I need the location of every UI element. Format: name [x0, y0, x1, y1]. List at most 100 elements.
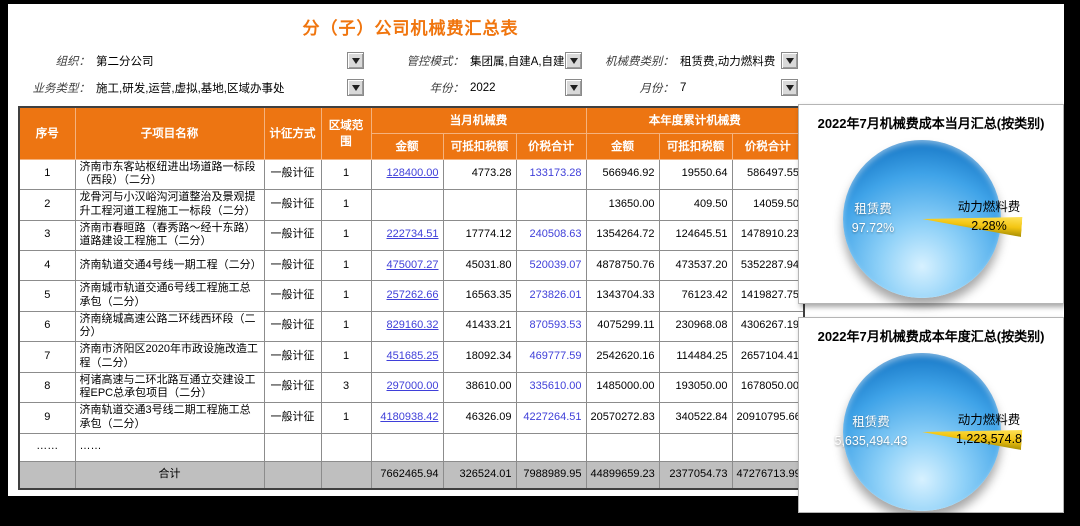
cell-month-total: 4227264.51: [516, 403, 586, 434]
cell-method: [264, 433, 321, 461]
filter-month-dropdown-button[interactable]: [781, 79, 798, 96]
filter-control-mode-dropdown-button[interactable]: [565, 52, 582, 69]
cell-year-amount: 20570272.83: [586, 403, 659, 434]
filter-business-type-label: 业务类型：: [18, 80, 96, 96]
cell-project: 济南城市轨道交通6号线工程施工总承包（二分）: [75, 281, 264, 312]
cell-year-tax: 409.50: [659, 190, 732, 221]
month-amount-link[interactable]: 4180938.42: [380, 411, 438, 423]
table-row: 5济南城市轨道交通6号线工程施工总承包（二分）一般计征1257262.66165…: [19, 281, 804, 312]
chevron-down-icon: [352, 85, 360, 91]
month-amount-link[interactable]: 257262.66: [387, 289, 439, 301]
summary-table-container: 序号 子项目名称 计征方式 区域范围 当月机械费 本年度累计机械费 金额 可抵扣…: [18, 106, 805, 490]
filter-business-type-value: 施工,研发,运营,虚拟,基地,区域办事处: [96, 80, 347, 96]
pie-label-fuel-name: 动力燃料费: [929, 411, 1049, 430]
chart-card-year: 2022年7月机械费成本年度汇总(按类别) 租赁费 5,635,494.43 动…: [798, 317, 1064, 513]
cell-month-amount: [371, 190, 443, 221]
cell-region: 1: [321, 159, 371, 190]
cell-region: 1: [321, 403, 371, 434]
report-page: 分（子）公司机械费汇总表 组织： 第二分公司 管控模式： 集团属,自建A,自建B…: [8, 4, 1064, 496]
table-row: 7济南市济阳区2020年市政设施改造工程（二分）一般计征1451685.2518…: [19, 342, 804, 373]
cell-region: [321, 433, 371, 461]
cell-year-amount: 4878750.76: [586, 251, 659, 281]
cell-project: ……: [75, 433, 264, 461]
filter-year-value: 2022: [470, 82, 565, 94]
cell-month-tax: 4773.28: [443, 159, 516, 190]
cell-year-tax: 473537.20: [659, 251, 732, 281]
cell-month-amount: 829160.32: [371, 311, 443, 342]
cell-year-total: 14059.50: [732, 190, 804, 221]
cell-seq: 7: [19, 342, 75, 373]
header-method: 计征方式: [264, 107, 321, 159]
chevron-down-icon: [570, 58, 578, 64]
cell-method: 一般计征: [264, 342, 321, 373]
cell-month-total: 335610.00: [516, 372, 586, 403]
pie-label-fuel-value: 1,223,574.8: [929, 430, 1049, 449]
cell-year-tax: 19550.64: [659, 159, 732, 190]
filter-fee-type-dropdown-button[interactable]: [781, 52, 798, 69]
table-header: 序号 子项目名称 计征方式 区域范围 当月机械费 本年度累计机械费 金额 可抵扣…: [19, 107, 804, 159]
pie-label-fuel-value: 2.28%: [929, 217, 1049, 236]
month-amount-link[interactable]: 222734.51: [387, 228, 439, 240]
cell-month-tax: 45031.80: [443, 251, 516, 281]
header-month-total: 价税合计: [516, 133, 586, 159]
cell-method: 一般计征: [264, 403, 321, 434]
cell-year-amount: 1485000.00: [586, 372, 659, 403]
filter-fee-type: 机械费类别： 租赁费,动力燃料费: [588, 51, 804, 71]
cell-year-tax: 76123.42: [659, 281, 732, 312]
filter-org-value: 第二分公司: [96, 53, 347, 69]
cell-year-total: 586497.55: [732, 159, 804, 190]
cell-year-tax: [659, 433, 732, 461]
filter-year-dropdown-button[interactable]: [565, 79, 582, 96]
pie-label-rental-value: 5,635,494.43: [801, 432, 941, 451]
table-row: 2龙骨河与小汉峪沟河道整治及景观提升工程河道工程施工一标段（二分）一般计征113…: [19, 190, 804, 221]
cell-year-total: [732, 433, 804, 461]
cell-seq: 9: [19, 403, 75, 434]
header-year-group: 本年度累计机械费: [586, 107, 804, 133]
cell-region: 3: [321, 372, 371, 403]
cell-month-total: 240508.63: [516, 220, 586, 251]
header-month-amount: 金额: [371, 133, 443, 159]
month-amount-link[interactable]: 829160.32: [387, 319, 439, 331]
cell-month-tax: 18092.34: [443, 342, 516, 373]
filter-business-type: 业务类型： 施工,研发,运营,虚拟,基地,区域办事处: [18, 78, 370, 98]
cell-month-amount: 451685.25: [371, 342, 443, 373]
total-year-total: 47276713.99: [732, 461, 804, 489]
filter-org-dropdown-button[interactable]: [347, 52, 364, 69]
pie-label-fuel: 动力燃料费 1,223,574.8: [929, 411, 1049, 449]
cell-region: 1: [321, 342, 371, 373]
cell-month-amount: 222734.51: [371, 220, 443, 251]
cell-project: 济南绕城高速公路二环线西环段（二分）: [75, 311, 264, 342]
filter-business-type-dropdown-button[interactable]: [347, 79, 364, 96]
month-amount-link[interactable]: 451685.25: [387, 350, 439, 362]
filter-year: 年份： 2022: [370, 78, 588, 98]
cell-year-amount: 13650.00: [586, 190, 659, 221]
pie-chart-month[interactable]: 租赁费 97.72% 动力燃料费 2.28%: [799, 132, 1063, 300]
cell-month-total: 870593.53: [516, 311, 586, 342]
chevron-down-icon: [352, 58, 360, 64]
cell-year-total: 4306267.19: [732, 311, 804, 342]
cell-month-amount: 4180938.42: [371, 403, 443, 434]
pie-chart-year[interactable]: 租赁费 5,635,494.43 动力燃料费 1,223,574.8: [799, 345, 1063, 513]
cell-region: 1: [321, 251, 371, 281]
charts-panel: 2022年7月机械费成本当月汇总(按类别) 租赁费 97.72% 动力燃料费 2…: [798, 104, 1064, 526]
cell-year-amount: 2542620.16: [586, 342, 659, 373]
month-amount-link[interactable]: 128400.00: [387, 167, 439, 179]
pie-label-rental: 租赁费 97.72%: [813, 200, 933, 238]
cell-region: 1: [321, 311, 371, 342]
cell-year-amount: 1354264.72: [586, 220, 659, 251]
pie-label-rental-name: 租赁费: [801, 413, 941, 432]
cell-month-tax: 46326.09: [443, 403, 516, 434]
cell-year-total: 5352287.94: [732, 251, 804, 281]
cell-method: 一般计征: [264, 159, 321, 190]
table-row: 1济南市东客站枢纽进出场道路一标段（西段）（二分）一般计征1128400.004…: [19, 159, 804, 190]
month-amount-link[interactable]: 297000.00: [387, 380, 439, 392]
cell-year-amount: 1343704.33: [586, 281, 659, 312]
cell-year-amount: 566946.92: [586, 159, 659, 190]
pie-label-fuel-name: 动力燃料费: [929, 198, 1049, 217]
month-amount-link[interactable]: 475007.27: [387, 259, 439, 271]
filter-year-label: 年份：: [370, 80, 470, 96]
cell-year-total: 1478910.23: [732, 220, 804, 251]
chevron-down-icon: [570, 85, 578, 91]
cell-project: 济南市春晅路（春秀路～经十东路）道路建设工程施工（二分）: [75, 220, 264, 251]
cell-method: 一般计征: [264, 220, 321, 251]
